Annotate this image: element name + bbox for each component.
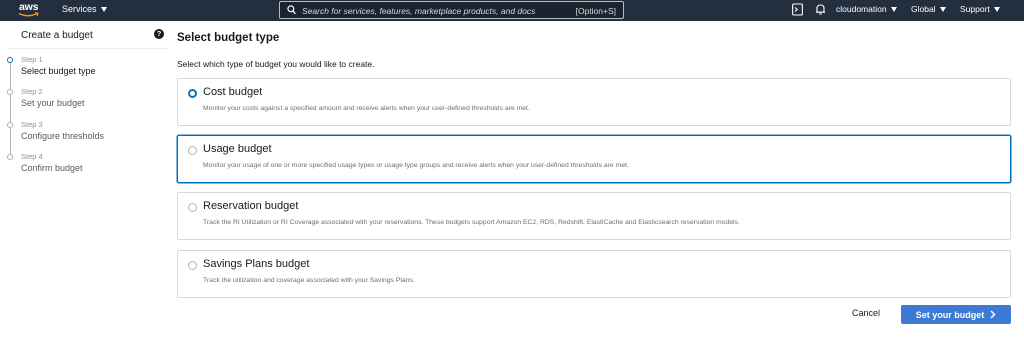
chevron-right-icon [990,310,996,319]
services-label: Services [62,4,97,14]
sidebar-title: Create a budget [21,30,93,41]
step-indicator-icon [7,154,13,160]
cancel-button[interactable]: Cancel [852,308,880,318]
option-title: Usage budget [203,143,272,155]
option-description: Monitor your costs against a specified a… [203,105,530,112]
radio-button[interactable] [188,261,197,270]
step-indicator-icon [7,89,13,95]
region-menu[interactable]: Global [911,4,946,14]
steps-connector [9,61,11,157]
option-title: Savings Plans budget [203,258,310,270]
caret-down-icon [993,6,1000,12]
option-cost-budget[interactable]: Cost budget Monitor your costs against a… [177,78,1011,126]
option-description: Track the utilization and coverage assoc… [203,277,415,284]
radio-button[interactable] [188,89,197,98]
help-icon[interactable]: ? [154,29,164,39]
option-title: Cost budget [203,86,263,98]
step-label: Set your budget [21,98,85,108]
search-icon [287,5,296,15]
step-label: Configure thresholds [21,131,105,141]
step-indicator-icon [7,57,13,63]
caret-down-icon [890,6,897,12]
set-your-budget-button[interactable]: Set your budget [901,305,1011,324]
option-usage-budget[interactable]: Usage budget Monitor your usage of one o… [177,135,1011,183]
smile-icon [18,12,39,17]
step-number: Step 2 [21,87,43,96]
option-reservation-budget[interactable]: Reservation budget Track the RI Utilizat… [177,192,1011,240]
support-menu[interactable]: Support [960,4,1000,14]
main-content: Select budget type Select which type of … [167,21,1024,342]
search-input[interactable]: Search for services, features, marketpla… [279,1,624,19]
step-number: Step 4 [21,152,43,161]
caret-down-icon [100,6,107,12]
option-title: Reservation budget [203,200,299,212]
wizard-sidebar: Create a budget ? Step 1 Select budget t… [0,21,167,342]
top-nav: aws Services Search for services, featur… [0,0,1024,21]
account-name: cloudomation [836,4,887,14]
support-label: Support [960,4,990,14]
page-subtitle: Select which type of budget you would li… [177,59,375,69]
option-description: Monitor your usage of one or more specif… [203,162,629,169]
caret-down-icon [939,6,946,12]
step-number: Step 3 [21,120,43,129]
step-indicator-icon [7,122,13,128]
terminal-icon[interactable] [792,3,803,16]
next-button-label: Set your budget [915,309,985,320]
step-label: Select budget type [21,66,96,76]
region-label: Global [911,4,936,14]
radio-button[interactable] [188,203,197,212]
radio-button[interactable] [188,146,197,155]
account-menu[interactable]: cloudomation [836,4,897,14]
services-menu[interactable]: Services [62,4,107,14]
sidebar-divider [8,48,167,49]
option-savings-plans-budget[interactable]: Savings Plans budget Track the utilizati… [177,250,1011,298]
bell-icon[interactable] [815,3,826,16]
step-label: Confirm budget [21,163,83,173]
aws-logo[interactable]: aws [17,1,43,20]
option-description: Track the RI Utilization or RI Coverage … [203,219,740,226]
search-placeholder: Search for services, features, marketpla… [302,5,536,16]
page-title: Select budget type [177,32,280,44]
search-shortcut: [Option+S] [575,5,616,16]
step-number: Step 1 [21,55,43,64]
